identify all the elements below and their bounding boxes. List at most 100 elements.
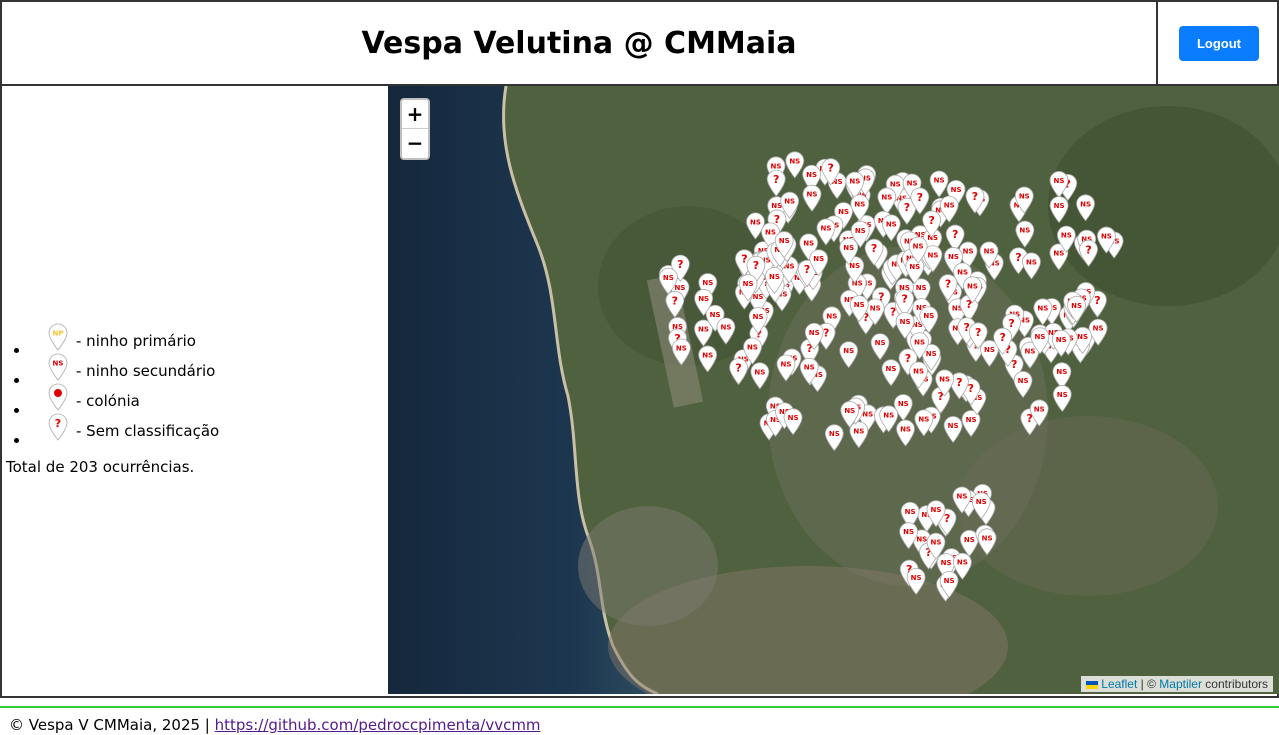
footer: © Vespa V CMMaia, 2025 | https://github.… bbox=[0, 706, 1279, 735]
svg-text:NS: NS bbox=[916, 535, 927, 543]
svg-text:NS: NS bbox=[1080, 200, 1091, 208]
attribution-contributors: contributors bbox=[1201, 677, 1268, 691]
marker-secondary-nest[interactable]: NS bbox=[1015, 220, 1035, 248]
marker-secondary-nest[interactable]: NS bbox=[671, 338, 691, 366]
svg-text:NS: NS bbox=[900, 318, 911, 326]
marker-secondary-nest[interactable]: NS bbox=[849, 421, 869, 449]
marker-secondary-nest[interactable]: NS bbox=[824, 424, 844, 452]
pin-np-icon: NP bbox=[48, 323, 68, 351]
marker-secondary-nest[interactable]: NS bbox=[785, 151, 805, 179]
marker-secondary-nest[interactable]: NS bbox=[1052, 385, 1072, 413]
marker-secondary-nest[interactable]: NS bbox=[877, 187, 897, 215]
svg-text:NS: NS bbox=[803, 239, 814, 247]
marker-secondary-nest[interactable]: NS bbox=[906, 567, 926, 596]
marker-secondary-nest[interactable]: NS bbox=[943, 416, 963, 444]
marker-unclassified[interactable]: ? bbox=[729, 358, 748, 386]
svg-text:NS: NS bbox=[1056, 336, 1067, 344]
svg-text:NS: NS bbox=[779, 237, 790, 245]
svg-text:NS: NS bbox=[944, 202, 955, 210]
svg-text:?: ? bbox=[945, 278, 951, 291]
header: Vespa Velutina @ CMMaia Logout bbox=[0, 0, 1279, 86]
leaflet-link[interactable]: Leaflet bbox=[1101, 677, 1137, 691]
svg-text:NS: NS bbox=[966, 416, 977, 424]
svg-text:?: ? bbox=[901, 293, 907, 306]
svg-text:NS: NS bbox=[944, 577, 955, 585]
svg-text:NS: NS bbox=[956, 492, 967, 500]
svg-text:?: ? bbox=[55, 417, 61, 430]
svg-text:NS: NS bbox=[948, 422, 959, 430]
svg-text:NS: NS bbox=[702, 279, 713, 287]
marker-secondary-nest[interactable]: NS bbox=[1076, 194, 1095, 222]
pin-colony-icon bbox=[48, 383, 68, 411]
svg-text:NS: NS bbox=[698, 325, 709, 333]
svg-text:NS: NS bbox=[1054, 177, 1065, 185]
svg-text:NS: NS bbox=[1101, 233, 1112, 241]
logout-button[interactable]: Logout bbox=[1179, 26, 1259, 61]
legend-list: NP - ninho primárioNS - ninho secundário… bbox=[30, 323, 219, 446]
svg-text:NS: NS bbox=[710, 311, 721, 319]
marker-secondary-nest[interactable]: NS bbox=[896, 419, 915, 447]
marker-secondary-nest[interactable]: NS bbox=[839, 341, 859, 369]
svg-text:?: ? bbox=[968, 382, 974, 395]
zoom-control: + − bbox=[400, 98, 430, 160]
marker-secondary-nest[interactable]: NS bbox=[1022, 252, 1041, 280]
svg-text:NS: NS bbox=[781, 360, 792, 368]
svg-text:?: ? bbox=[1085, 243, 1091, 256]
marker-secondary-nest[interactable]: NS bbox=[929, 170, 949, 198]
svg-text:NS: NS bbox=[750, 218, 761, 226]
svg-text:?: ? bbox=[904, 201, 910, 214]
svg-text:NS: NS bbox=[883, 411, 894, 419]
marker-secondary-nest[interactable]: NS bbox=[698, 345, 718, 373]
svg-text:NS: NS bbox=[911, 574, 922, 582]
svg-text:?: ? bbox=[804, 263, 810, 276]
svg-text:NS: NS bbox=[984, 346, 995, 354]
svg-text:NS: NS bbox=[720, 324, 731, 332]
marker-secondary-nest[interactable]: NS bbox=[977, 528, 997, 556]
marker-unclassified[interactable]: ? bbox=[665, 290, 685, 318]
svg-text:NS: NS bbox=[1057, 391, 1068, 399]
map[interactable]: ? NS NS NS NS?? NS NS NS? NS? NS NS NS NS NS? NS NS NS NS… bbox=[388, 86, 1279, 694]
legend-item: NP - ninho primário bbox=[30, 323, 219, 356]
svg-text:?: ? bbox=[677, 258, 683, 271]
maptiler-link[interactable]: Maptiler bbox=[1159, 677, 1202, 691]
svg-text:NP: NP bbox=[53, 330, 64, 338]
svg-text:NS: NS bbox=[663, 274, 674, 282]
svg-text:NS: NS bbox=[753, 293, 764, 301]
svg-text:NS: NS bbox=[826, 312, 837, 320]
svg-text:NS: NS bbox=[698, 295, 709, 303]
svg-text:NS: NS bbox=[1053, 249, 1064, 257]
marker-secondary-nest[interactable]: NS bbox=[1049, 196, 1069, 224]
svg-text:NS: NS bbox=[1093, 325, 1104, 333]
marker-secondary-nest[interactable]: NS bbox=[750, 362, 770, 390]
zoom-in-button[interactable]: + bbox=[402, 100, 428, 129]
svg-text:NS: NS bbox=[870, 304, 881, 312]
svg-text:NS: NS bbox=[843, 347, 854, 355]
svg-text:NS: NS bbox=[853, 427, 864, 435]
marker-secondary-nest[interactable]: NS bbox=[870, 333, 890, 361]
svg-text:NS: NS bbox=[676, 344, 687, 352]
marker-unclassified[interactable]: ? bbox=[766, 169, 786, 197]
marker-unclassified[interactable]: ? bbox=[1079, 239, 1098, 267]
svg-text:NS: NS bbox=[931, 539, 942, 547]
marker-secondary-nest[interactable]: NS bbox=[776, 354, 796, 382]
marker-secondary-nest[interactable]: NS bbox=[1052, 362, 1072, 390]
marker-secondary-nest[interactable]: NS bbox=[716, 317, 736, 345]
svg-text:NS: NS bbox=[753, 313, 764, 321]
svg-text:?: ? bbox=[944, 512, 950, 525]
marker-secondary-nest[interactable]: NS bbox=[783, 408, 803, 436]
zoom-out-button[interactable]: − bbox=[402, 129, 428, 158]
svg-text:NS: NS bbox=[849, 178, 860, 186]
svg-text:NS: NS bbox=[931, 506, 942, 514]
svg-text:NS: NS bbox=[890, 181, 901, 189]
legend-label: - ninho secundário bbox=[76, 362, 216, 380]
svg-text:?: ? bbox=[1094, 294, 1100, 307]
svg-text:NS: NS bbox=[905, 508, 916, 516]
marker-secondary-nest[interactable]: NS bbox=[816, 218, 836, 246]
marker-secondary-nest[interactable]: NS bbox=[881, 359, 901, 387]
svg-text:NS: NS bbox=[765, 228, 776, 236]
svg-text:NS: NS bbox=[771, 162, 782, 170]
marker-secondary-nest[interactable]: NS bbox=[802, 184, 822, 212]
svg-text:NS: NS bbox=[1056, 368, 1067, 376]
marker-secondary-nest[interactable]: NS bbox=[1013, 371, 1033, 399]
github-link[interactable]: https://github.com/pedroccpimenta/vvcmm bbox=[215, 716, 541, 734]
